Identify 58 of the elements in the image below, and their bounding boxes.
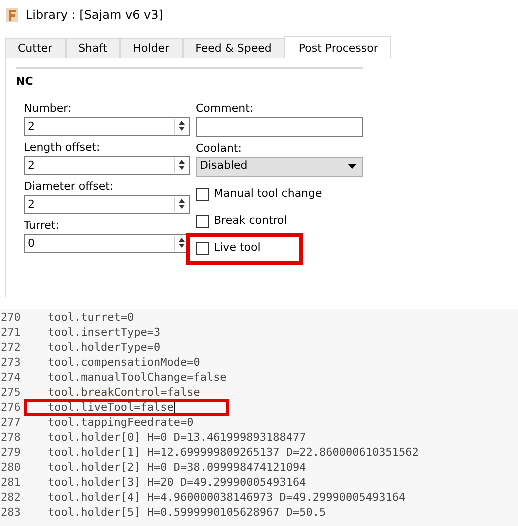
line-number: 282 [0, 490, 22, 505]
checkbox-label: Live tool [214, 240, 261, 256]
code-line: tool.holder[3] H=20 D=49.29990005493164 [48, 475, 306, 490]
tab[interactable]: Feed & Speed [182, 38, 285, 58]
line-number: 277 [0, 415, 22, 430]
field-label: Turret: [24, 218, 60, 234]
checkbox[interactable] [196, 188, 209, 200]
code-line: tool.holder[1] H=12.699999809265137 D=22.860000610351562 [48, 445, 419, 460]
tab[interactable]: Post Processor [284, 36, 392, 58]
code-line: tool.holderType=0 [48, 340, 161, 355]
code-line: tool.insertType=3 [48, 325, 161, 340]
field-label: Number: [24, 100, 73, 116]
code-line: tool.holder[5] H=0.5999990105628967 D=50.5 [48, 505, 326, 520]
window-title: Library : [Sajam v6 v3] [26, 7, 164, 24]
line-number: 275 [0, 385, 22, 400]
spin-field[interactable]: 2 [24, 156, 190, 174]
spin-field[interactable]: 2 [24, 194, 190, 214]
code-line: tool.holder[2] H=0 D=38.099998474121094 [48, 460, 306, 475]
code-line: tool.compensationMode=0 [48, 355, 200, 370]
checkbox[interactable] [196, 214, 209, 228]
checkbox-label: Manual tool change [214, 186, 322, 202]
spin-arrows-icon[interactable] [174, 118, 188, 134]
code-line: tool.holder[0] H=0 D=13.461999893188477 [48, 430, 306, 445]
coolant-dropdown[interactable]: Disabled [196, 156, 363, 176]
code-line: tool.tappingFeedrate=0 [48, 415, 194, 430]
app-logo-icon [6, 8, 18, 22]
field-label: Comment: [196, 100, 255, 116]
comment-field[interactable] [196, 116, 363, 136]
code-line: tool.liveTool=false [48, 400, 174, 415]
code-line: tool.breakControl=false [48, 385, 200, 400]
line-number: 271 [0, 325, 22, 340]
field-label: Diameter offset: [24, 178, 115, 194]
tab[interactable]: Shaft [66, 38, 120, 58]
line-number: 280 [0, 460, 22, 475]
spin-arrows-icon[interactable] [174, 196, 188, 212]
line-number: 276 [0, 400, 22, 415]
section-title: NC [16, 74, 34, 90]
code-line: tool.manualToolChange=false [48, 370, 227, 385]
spin-field[interactable]: 2 [24, 116, 190, 136]
tab[interactable]: Holder [120, 38, 183, 58]
checkbox[interactable] [196, 242, 209, 254]
line-number: 279 [0, 445, 22, 460]
line-number: 272 [0, 340, 22, 355]
spin-arrows-icon[interactable] [174, 236, 188, 250]
spin-arrows-icon[interactable] [174, 158, 188, 172]
line-number: 274 [0, 370, 22, 385]
tab[interactable]: Cutter [5, 38, 66, 58]
line-number: 270 [0, 310, 22, 325]
line-number: 273 [0, 355, 22, 370]
line-number: 278 [0, 430, 22, 445]
line-number: 281 [0, 475, 22, 490]
line-number: 283 [0, 505, 22, 520]
field-label: Length offset: [24, 140, 102, 156]
checkbox-label: Break control [214, 212, 288, 229]
code-line: tool.holder[4] H=4.960000038146973 D=49.29990005493164 [48, 490, 406, 505]
caret-icon [348, 164, 357, 169]
code-line: tool.turret=0 [48, 310, 134, 325]
field-label: Coolant: [196, 140, 243, 156]
